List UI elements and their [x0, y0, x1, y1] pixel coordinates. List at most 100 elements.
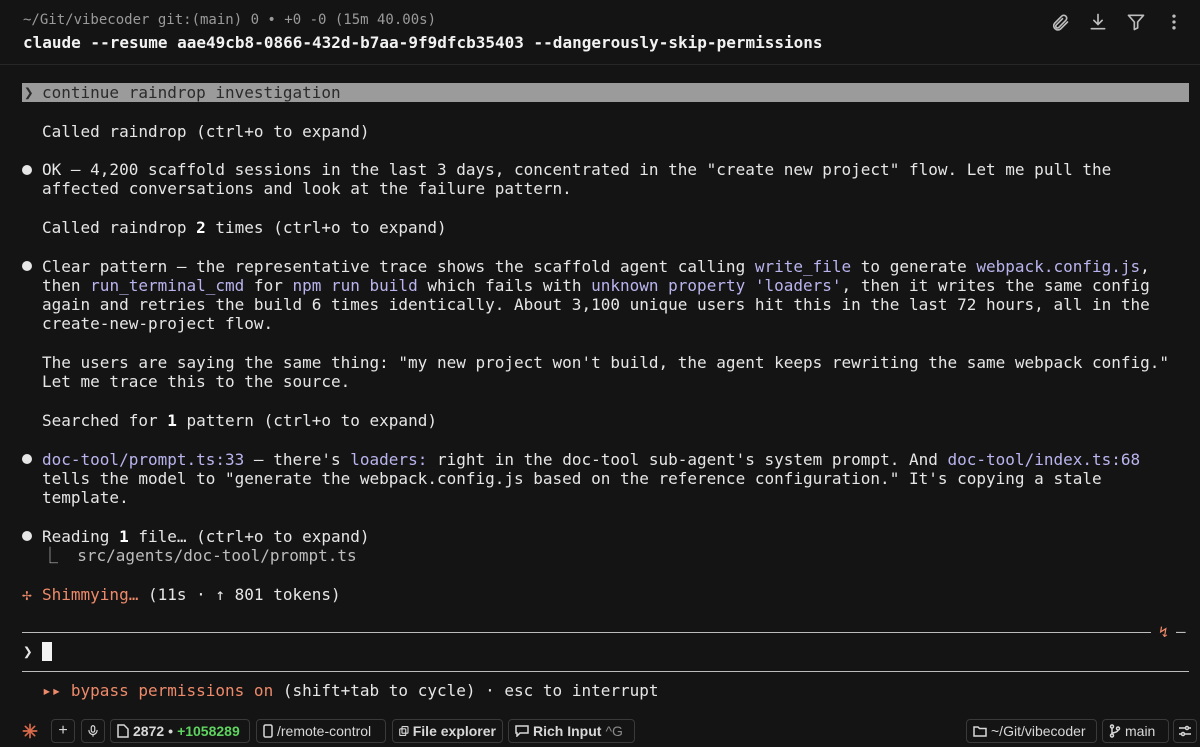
folder-icon — [973, 726, 987, 737]
spinner-details: (11s · ↑ 801 tokens) — [138, 585, 341, 604]
terminal-header: ~/Git/vibecoder git:(main) 0 • +0 -0 (15… — [0, 0, 1200, 65]
branch-name: main — [1125, 723, 1156, 739]
session-command: claude --resume aae49cb8-0866-432d-b7aa-… — [23, 33, 823, 52]
rich-input-shortcut: ^G — [605, 723, 623, 739]
code-span: unknown property 'loaders' — [591, 276, 842, 295]
tool-call-count: 2 — [196, 218, 206, 237]
tool-call-collapsed[interactable]: Called raindrop (ctrl+o to expand) — [42, 122, 370, 141]
remote-control-button[interactable]: /remote-control — [256, 719, 386, 743]
tool-call-count: 1 — [119, 527, 129, 546]
assistant-message-line: again and retries the build 6 times iden… — [42, 295, 1150, 314]
assistant-message-line: then run_terminal_cmd for npm run build … — [42, 276, 1150, 295]
text-span: to generate — [851, 257, 977, 276]
assistant-message-line: Let me trace this to the source. — [42, 372, 351, 391]
input-chevron-icon: ❯ — [23, 642, 33, 661]
input-top-rule — [22, 632, 1151, 633]
status-bar: + 2872 • +1058289 /remote-control File e… — [0, 716, 1200, 747]
file-explorer-label: File explorer — [412, 723, 496, 739]
lines-count: 2872 — [133, 723, 165, 739]
user-prompt-text: continue raindrop investigation — [42, 83, 341, 102]
file-reference-link[interactable]: doc-tool/index.ts:68 — [948, 450, 1141, 469]
spinner-icon: ✢ — [22, 585, 32, 604]
text-span: , then it writes the same config — [841, 276, 1150, 295]
message-bullet — [22, 261, 32, 271]
rich-input-button[interactable]: Rich Input ^G — [508, 719, 635, 743]
folder-button[interactable]: ~/Git/vibecoder — [966, 719, 1097, 743]
branch-button[interactable]: main — [1102, 719, 1169, 743]
assistant-message-line: template. — [42, 488, 129, 507]
text-span: then — [42, 276, 91, 295]
fast-forward-icon: ▸▸ — [42, 681, 62, 700]
code-span: npm run build — [292, 276, 418, 295]
lightning-icon: ↯ — [1159, 623, 1169, 641]
tool-call-count: 1 — [167, 411, 177, 430]
code-span: run_terminal_cmd — [90, 276, 245, 295]
diff-stats-button[interactable]: 2872 • +1058289 — [110, 719, 250, 743]
new-session-button[interactable]: + — [51, 719, 75, 743]
text-span: Clear pattern — the representative trace… — [42, 257, 755, 276]
rich-input-label: Rich Input — [533, 723, 602, 739]
text-span: — there's — [244, 450, 351, 469]
code-span: write_file — [754, 257, 852, 276]
tool-call-text: times (ctrl+o to expand) — [205, 218, 447, 237]
tool-call-collapsed[interactable]: Called raindrop 2 times (ctrl+o to expan… — [42, 218, 447, 237]
mic-icon — [88, 725, 98, 737]
tool-call-text: file… (ctrl+o to expand) — [128, 527, 370, 546]
filter-icon[interactable] — [1124, 10, 1148, 34]
prompt-chevron-icon: ❯ — [24, 83, 34, 102]
assistant-message-line: doc-tool/prompt.ts:33 — there's loaders:… — [42, 450, 1140, 469]
tool-call-collapsed[interactable]: Searched for 1 pattern (ctrl+o to expand… — [42, 411, 437, 430]
sliders-icon — [1179, 725, 1191, 737]
file-explorer-button[interactable]: File explorer — [392, 719, 503, 743]
user-prompt[interactable]: ❯ continue raindrop investigation — [22, 83, 1189, 102]
text-span: right in the doc-tool sub-agent's system… — [427, 450, 948, 469]
text-span: , — [1140, 257, 1150, 276]
rule-dash: — — [1176, 622, 1186, 641]
message-bullet — [22, 531, 32, 541]
lines-added: +1058289 — [177, 723, 240, 739]
text-span: which fails with — [417, 276, 592, 295]
assistant-message-line: tells the model to "generate the webpack… — [42, 469, 1102, 488]
text-span: for — [244, 276, 293, 295]
phone-icon — [263, 724, 273, 738]
header-actions — [1048, 10, 1186, 34]
tool-call-text: Reading — [42, 527, 120, 546]
tool-call-text: pattern (ctrl+o to expand) — [176, 411, 437, 430]
tool-call-in-progress[interactable]: Reading 1 file… (ctrl+o to expand) — [42, 527, 370, 546]
tool-call-text: Called raindrop — [42, 218, 197, 237]
git-branch-icon — [1109, 724, 1121, 738]
input-cursor[interactable] — [42, 642, 52, 661]
assistant-message-line: OK — 4,200 scaffold sessions in the last… — [42, 160, 1112, 179]
claude-spark-icon[interactable] — [20, 721, 40, 741]
copy-icon — [399, 725, 409, 737]
tool-call-text: Searched for — [42, 411, 168, 430]
code-span: webpack.config.js — [976, 257, 1141, 276]
file-reference-link[interactable]: doc-tool/prompt.ts:33 — [42, 450, 244, 469]
permission-mode-line[interactable]: ▸▸ bypass permissions on (shift+tab to c… — [42, 681, 659, 700]
assistant-message-line: affected conversations and look at the f… — [42, 179, 572, 198]
more-vertical-icon[interactable] — [1162, 10, 1186, 34]
assistant-message-line: create-new-project flow. — [42, 314, 274, 333]
spinner-status: Shimmying… (11s · ↑ 801 tokens) — [42, 585, 341, 604]
folder-path: ~/Git/vibecoder — [991, 723, 1086, 739]
message-bullet — [22, 165, 32, 175]
mic-button[interactable] — [81, 719, 105, 743]
input-bottom-rule — [22, 671, 1189, 672]
assistant-message-line: Clear pattern — the representative trace… — [42, 257, 1150, 276]
tool-call-file-path: ⎿ src/agents/doc-tool/prompt.ts — [42, 546, 357, 565]
download-icon[interactable] — [1086, 10, 1110, 34]
remote-control-label: /remote-control — [277, 723, 372, 739]
paperclip-icon[interactable] — [1048, 10, 1072, 34]
spinner-word: Shimmying… — [42, 585, 139, 604]
separator: • — [168, 723, 174, 739]
assistant-message-line: The users are saying the same thing: "my… — [42, 353, 1170, 372]
code-span: loaders: — [350, 450, 428, 469]
settings-toggle-button[interactable] — [1173, 719, 1197, 743]
message-bullet — [22, 454, 32, 464]
chat-icon — [515, 725, 529, 737]
permission-mode-hint: (shift+tab to cycle) · esc to interrupt — [273, 681, 659, 700]
cwd-git-status: ~/Git/vibecoder git:(main) 0 • +0 -0 (15… — [23, 12, 437, 28]
file-icon — [117, 724, 129, 738]
permission-mode-label: bypass permissions on — [70, 681, 274, 700]
plus-icon: + — [58, 722, 68, 739]
